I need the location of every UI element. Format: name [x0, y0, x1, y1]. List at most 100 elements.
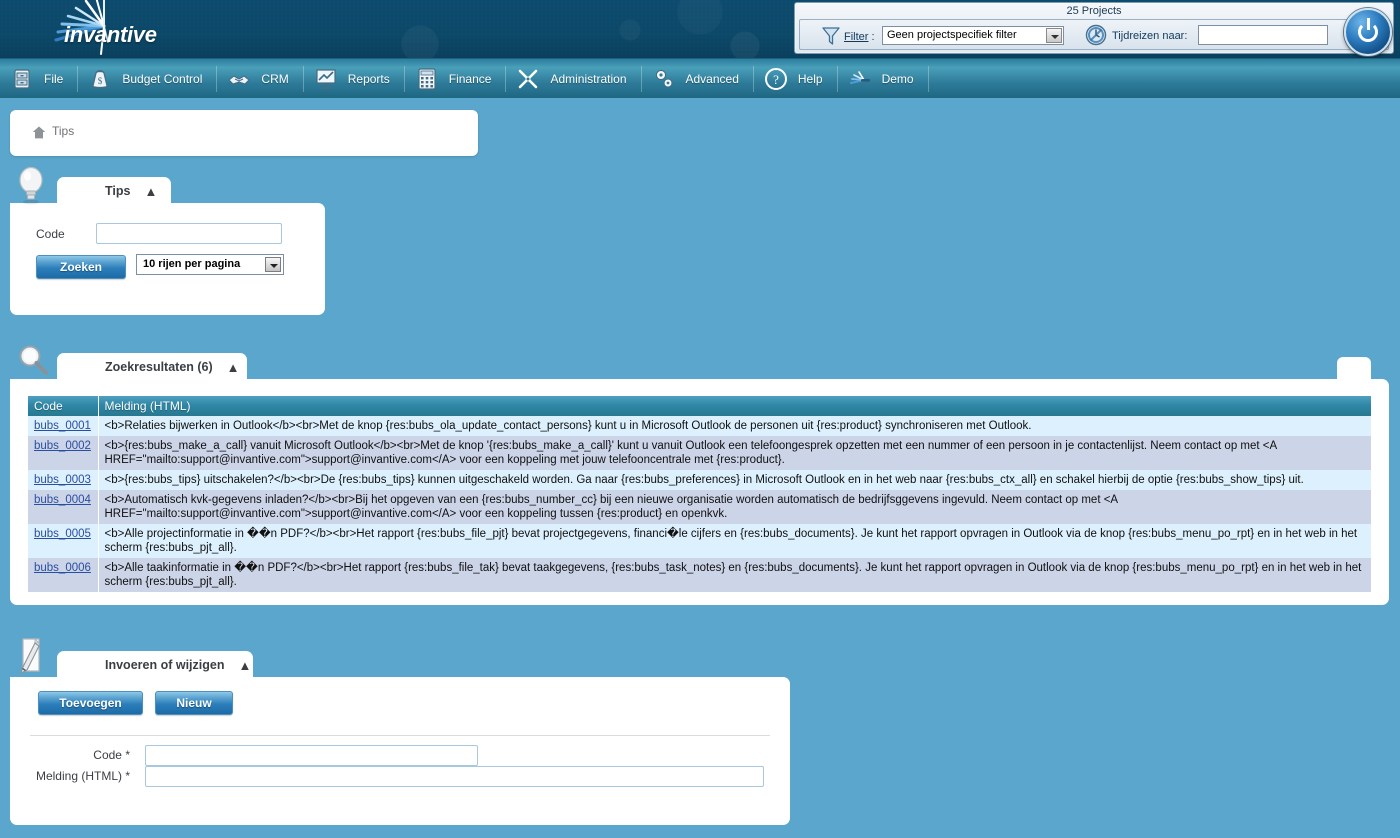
chevron-up-icon[interactable]: ▲	[144, 184, 157, 199]
row-code-link[interactable]: bubs_0005	[34, 528, 91, 540]
menu-separator	[928, 66, 929, 92]
table-row[interactable]: bubs_0002 <b>{res:bubs_make_a_call} vanu…	[28, 436, 1372, 470]
results-panel-tab-right	[1337, 357, 1371, 379]
table-cell-code: bubs_0006	[28, 558, 98, 592]
column-header-melding[interactable]: Melding (HTML)	[98, 396, 1372, 416]
brand-name: invantive	[64, 22, 157, 48]
chevron-up-icon[interactable]: ▲	[238, 658, 251, 673]
table-row[interactable]: bubs_0006 <b>Alle taakinformatie in ��n …	[28, 558, 1372, 592]
menu-item-finance[interactable]: Finance	[405, 59, 506, 99]
column-header-code[interactable]: Code	[28, 396, 98, 416]
new-button[interactable]: Nieuw	[155, 691, 233, 715]
menu-item-help[interactable]: ? Help	[754, 59, 837, 99]
table-cell-code: bubs_0004	[28, 490, 98, 524]
edit-panel-title: Invoeren of wijzigen	[105, 658, 224, 672]
chevron-down-icon[interactable]	[1046, 28, 1062, 43]
add-button[interactable]: Toevoegen	[38, 691, 143, 715]
clock-forbidden-icon	[1085, 24, 1107, 46]
timetravel-label: Tijdreizen naar:	[1112, 30, 1187, 42]
power-icon[interactable]	[1344, 8, 1392, 56]
menu-label-crm: CRM	[251, 72, 302, 86]
menu-item-demo[interactable]: Demo	[838, 59, 928, 99]
row-code-link[interactable]: bubs_0002	[34, 440, 91, 452]
row-code-link[interactable]: bubs_0003	[34, 474, 91, 486]
menu-item-budget-control[interactable]: $ Budget Control	[78, 59, 216, 99]
tips-code-label: Code	[36, 227, 65, 241]
menu-label-help: Help	[788, 72, 837, 86]
gears-icon	[652, 67, 676, 91]
brand-logo[interactable]: invantive	[18, 0, 198, 58]
tips-panel-title: Tips	[105, 184, 130, 198]
power-glyph	[1358, 22, 1378, 42]
menu-item-reports[interactable]: Reports	[304, 59, 404, 99]
edit-code-label: Code *	[20, 748, 130, 762]
magnifier-icon	[15, 342, 51, 378]
row-code-link[interactable]: bubs_0006	[34, 562, 91, 574]
tips-panel-tab[interactable]: Tips ▲	[57, 177, 171, 205]
menu-item-administration[interactable]: Administration	[506, 59, 640, 99]
timetravel-input[interactable]	[1198, 25, 1328, 45]
filter-link-text[interactable]: Filter	[844, 31, 868, 43]
table-row[interactable]: bubs_0005 <b>Alle projectinformatie in �…	[28, 524, 1372, 558]
breadcrumb-text: Tips	[52, 124, 74, 138]
table-cell-melding: <b>Automatisch kvk-gegevens inladen?</b>…	[98, 490, 1372, 524]
money-bag-icon: $	[88, 67, 112, 91]
menu-item-crm[interactable]: CRM	[217, 59, 302, 99]
chevron-down-icon[interactable]	[265, 257, 281, 272]
filter-label-colon: :	[868, 31, 874, 43]
pencil-document-icon	[15, 637, 49, 679]
project-filter-box: 25 Projects Filter : Geen projectspecifi…	[794, 2, 1394, 54]
svg-text:?: ?	[773, 72, 779, 87]
table-cell-code: bubs_0001	[28, 416, 98, 436]
menu-label-demo: Demo	[872, 72, 928, 86]
table-cell-code: bubs_0002	[28, 436, 98, 470]
cabinet-icon	[10, 67, 34, 91]
invantive-mark-icon	[848, 67, 872, 91]
table-cell-code: bubs_0005	[28, 524, 98, 558]
svg-text:$: $	[98, 76, 103, 86]
edit-melding-input[interactable]	[145, 766, 764, 787]
project-filter-select[interactable]: Geen projectspecifiek filter	[882, 26, 1064, 45]
project-filter-selected-value: Geen projectspecifiek filter	[887, 29, 1017, 41]
table-row[interactable]: bubs_0004 <b>Automatisch kvk-gegevens in…	[28, 490, 1372, 524]
edit-panel-tab[interactable]: Invoeren of wijzigen ▲	[57, 651, 253, 679]
calculator-icon	[415, 67, 439, 91]
table-cell-melding: <b>{res:bubs_make_a_call} vanuit Microso…	[98, 436, 1372, 470]
handshake-icon	[227, 67, 251, 91]
results-table: Code Melding (HTML) bubs_0001 <b>Relatie…	[28, 396, 1372, 592]
funnel-icon	[822, 26, 840, 46]
table-cell-code: bubs_0003	[28, 470, 98, 490]
top-header-bar: invantive 25 Projects Filter : Geen proj…	[0, 0, 1400, 58]
row-code-link[interactable]: bubs_0004	[34, 494, 91, 506]
tips-code-input[interactable]	[96, 223, 282, 244]
breadcrumb: Tips	[10, 110, 478, 156]
rows-per-page-select[interactable]: 10 rijen per pagina	[136, 254, 284, 275]
application-window: invantive 25 Projects Filter : Geen proj…	[0, 0, 1400, 838]
edit-panel-divider	[30, 735, 770, 736]
results-table-body: bubs_0001 <b>Relaties bijwerken in Outlo…	[28, 416, 1372, 592]
menu-label-administration: Administration	[540, 72, 640, 86]
results-panel-tab[interactable]: Zoekresultaten (6) ▲	[57, 353, 247, 381]
table-cell-melding: <b>Alle taakinformatie in ��n PDF?</b><b…	[98, 558, 1372, 592]
chevron-up-icon[interactable]: ▲	[227, 360, 240, 375]
table-cell-melding: <b>Alle projectinformatie in ��n PDF?</b…	[98, 524, 1372, 558]
search-button[interactable]: Zoeken	[36, 255, 126, 279]
main-menu-bar: File $ Budget Control CRM	[0, 58, 1400, 98]
edit-code-input[interactable]	[145, 745, 478, 766]
table-header-row: Code Melding (HTML)	[28, 396, 1372, 416]
table-row[interactable]: bubs_0003 <b>{res:bubs_tips} uitschakele…	[28, 470, 1372, 490]
projects-count-label: 25 Projects	[795, 4, 1393, 19]
menu-label-budget-control: Budget Control	[112, 72, 216, 86]
tools-icon	[516, 67, 540, 91]
home-icon	[32, 126, 46, 139]
menu-item-file[interactable]: File	[0, 59, 77, 99]
filter-label[interactable]: Filter :	[844, 31, 875, 43]
rows-per-page-value: 10 rijen per pagina	[143, 258, 240, 270]
project-filter-body: Filter : Geen projectspecifiek filter Ti…	[799, 19, 1389, 50]
question-circle-icon: ?	[764, 67, 788, 91]
table-row[interactable]: bubs_0001 <b>Relaties bijwerken in Outlo…	[28, 416, 1372, 436]
menu-label-reports: Reports	[338, 72, 404, 86]
table-cell-melding: <b>Relaties bijwerken in Outlook</b><br>…	[98, 416, 1372, 436]
row-code-link[interactable]: bubs_0001	[34, 420, 91, 432]
menu-item-advanced[interactable]: Advanced	[642, 59, 753, 99]
